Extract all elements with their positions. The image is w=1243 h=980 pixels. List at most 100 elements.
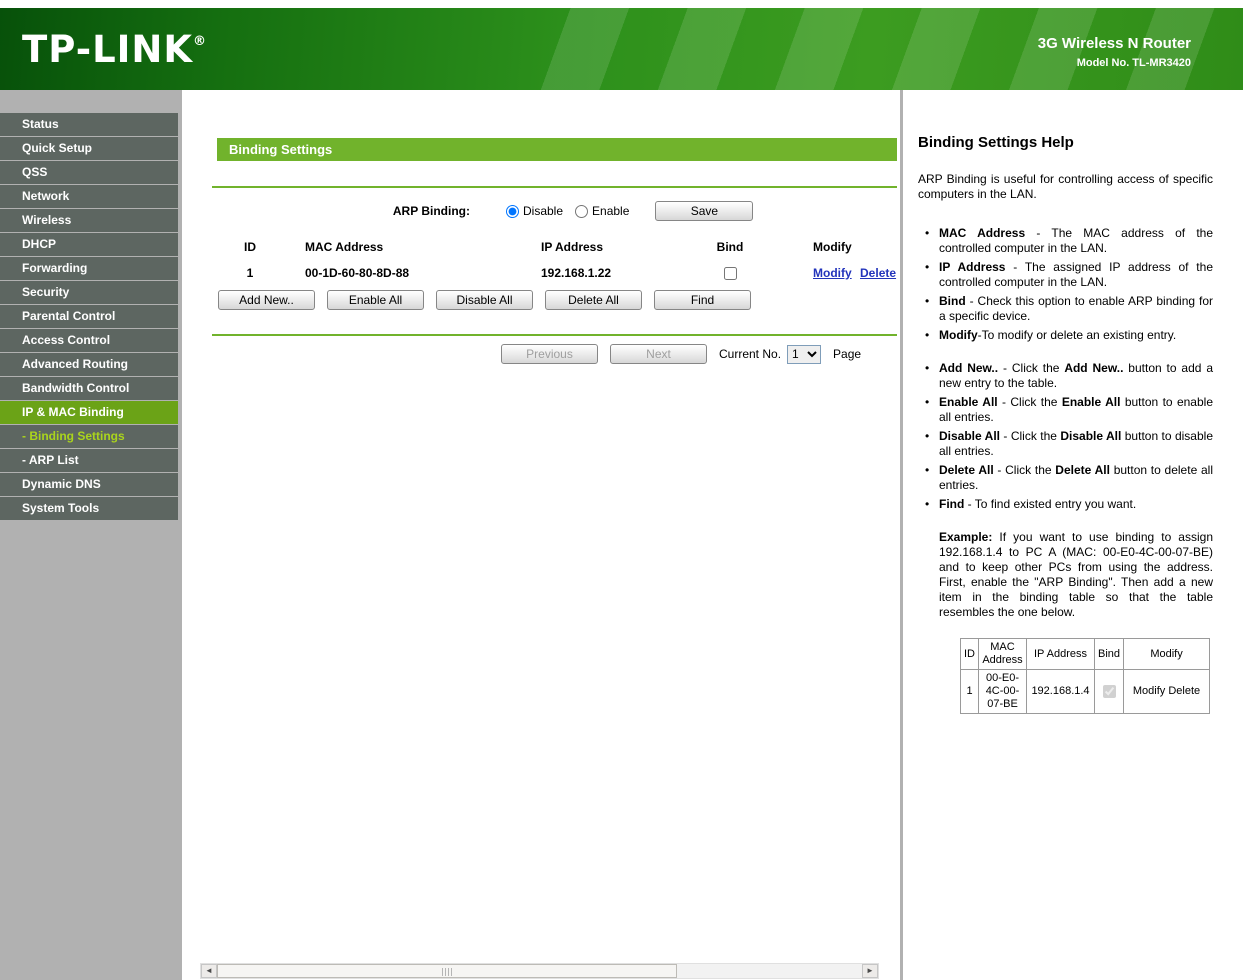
delete-link[interactable]: Delete (860, 266, 896, 280)
divider (212, 186, 897, 188)
sidebar-item-wireless[interactable]: Wireless (0, 209, 178, 232)
example-table-header-row: ID MAC Address IP Address Bind Modify (960, 638, 1211, 670)
example-table: ID MAC Address IP Address Bind Modify 1 … (960, 638, 1211, 714)
header: TP-LINK® 3G Wireless N Router Model No. … (0, 8, 1243, 90)
registered-mark: ® (193, 33, 208, 49)
help-bullet: • Enable All - Click the Enable All butto… (918, 395, 1213, 425)
help-bullet: • Find - To find existed entry you want. (918, 497, 1213, 512)
help-bullet-text: Find - To find existed entry you want. (939, 497, 1137, 511)
arp-disable-radio[interactable] (506, 204, 519, 218)
sidebar-item-system-tools[interactable]: System Tools (0, 497, 178, 520)
horizontal-scrollbar[interactable]: ◄ ► (200, 963, 879, 979)
product-name: 3G Wireless N Router (1037, 35, 1191, 52)
sidebar-item-access-control[interactable]: Access Control (0, 329, 178, 352)
arp-enable-option: Enable (575, 204, 629, 218)
current-page-select[interactable]: 1 (787, 344, 822, 364)
bullet-icon: • (925, 260, 930, 274)
action-buttons: Add New.. Enable All Disable All Delete All… (218, 290, 900, 310)
logo-text: TP-LINK (22, 28, 194, 71)
example-header-ip: IP Address (1026, 638, 1095, 670)
sidebar-item-ip-mac-binding[interactable]: IP & MAC Binding (0, 401, 178, 424)
cell-ip: 192.168.1.22 (541, 266, 612, 280)
sidebar-item-network[interactable]: Network (0, 185, 178, 208)
pagination: Previous Next Current No. 1 Page (501, 344, 900, 364)
cell-bind (688, 260, 772, 286)
bullet-icon: • (925, 497, 930, 511)
sidebar-item-arp-list[interactable]: - ARP List (0, 449, 178, 472)
page-title: Binding Settings (217, 138, 897, 161)
next-button[interactable]: Next (610, 344, 707, 364)
scroll-thumb[interactable] (217, 964, 677, 978)
bullet-icon: • (925, 395, 930, 409)
example-header-modify: Modify (1123, 638, 1211, 670)
sidebar-item-quick-setup[interactable]: Quick Setup (0, 137, 178, 160)
help-bullet: • IP Address - The assigned IP address of… (918, 260, 1213, 290)
example-bind-checkbox (1103, 684, 1117, 698)
cell-modify: Modify Delete (772, 260, 900, 286)
arp-enable-label: Enable (592, 204, 630, 218)
example-header-mac: MAC Address (978, 638, 1027, 670)
example-cell-id: 1 (960, 669, 979, 714)
example-label: Example: (939, 530, 993, 544)
help-bullet-text: Bind - Check this option to enable ARP b… (939, 294, 1213, 323)
disable-all-button[interactable]: Disable All (436, 290, 533, 310)
bullet-icon: • (925, 361, 930, 375)
tp-link-logo: TP-LINK® (22, 28, 207, 71)
bind-checkbox[interactable] (724, 266, 737, 280)
divider (212, 334, 897, 336)
help-bullet: • Add New.. - Click the Add New.. button … (918, 361, 1213, 391)
product-info: 3G Wireless N Router Model No. TL-MR3420 (1038, 35, 1191, 69)
example-header-bind: Bind (1093, 638, 1125, 670)
help-bullet-text: MAC Address - The MAC address of the con… (939, 226, 1214, 255)
save-button[interactable]: Save (655, 201, 754, 221)
arp-binding-row: ARP Binding: Disable Enable Save (182, 200, 900, 222)
help-bullet: • Modify-To modify or delete an existing … (918, 328, 1213, 343)
bullet-icon: • (925, 226, 930, 240)
sidebar-item-binding-settings[interactable]: - Binding Settings (0, 425, 178, 448)
sidebar-item-security[interactable]: Security (0, 281, 178, 304)
help-title: Binding Settings Help (918, 134, 1074, 151)
help-bullet-text: IP Address - The assigned IP address of … (939, 260, 1213, 289)
help-bullet-text: Delete All - Click the Delete All button… (939, 463, 1213, 492)
arp-enable-radio[interactable] (575, 204, 589, 218)
sidebar-item-qss[interactable]: QSS (0, 161, 178, 184)
binding-table: ID MAC Address IP Address Bind Modify 1 … (218, 234, 900, 286)
example-cell-bind (1093, 669, 1125, 714)
sidebar-item-parental-control[interactable]: Parental Control (0, 305, 178, 328)
scroll-right-button[interactable]: ► (862, 964, 878, 978)
delete-all-button[interactable]: Delete All (545, 290, 642, 310)
arp-disable-option: Disable (506, 204, 563, 218)
sidebar-item-advanced-routing[interactable]: Advanced Routing (0, 353, 178, 376)
enable-all-button[interactable]: Enable All (327, 290, 424, 310)
add-new-button[interactable]: Add New.. (218, 290, 315, 310)
help-intro: ARP Binding is useful for controlling ac… (918, 172, 1213, 201)
arp-binding-label: ARP Binding: (392, 204, 470, 218)
page-label: Page (833, 347, 862, 361)
help-example: Example: If you want to use binding to a… (939, 530, 1213, 620)
example-cell-mac: 00-E0-4C-00-07-BE (978, 669, 1027, 714)
modify-link[interactable]: Modify (813, 266, 852, 280)
help-bullet: • Bind - Check this option to enable ARP … (918, 294, 1213, 324)
header-bind: Bind (716, 240, 744, 254)
sidebar-item-bandwidth-control[interactable]: Bandwidth Control (0, 377, 178, 400)
sidebar-item-dynamic-dns[interactable]: Dynamic DNS (0, 473, 178, 496)
header-ip: IP Address (541, 240, 604, 254)
previous-button[interactable]: Previous (501, 344, 598, 364)
help-bullets: • MAC Address - The MAC address of the co… (918, 226, 1213, 512)
arp-disable-label: Disable (523, 204, 564, 218)
help-content: Binding Settings Help ARP Binding is use… (903, 90, 1243, 714)
sidebar-item-status[interactable]: Status (0, 113, 178, 136)
header-modify: Modify (813, 240, 852, 254)
sidebar-item-dhcp[interactable]: DHCP (0, 233, 178, 256)
table-header-row: ID MAC Address IP Address Bind Modify (218, 234, 900, 260)
help-panel: Binding Settings Help ARP Binding is use… (903, 90, 1243, 980)
find-button[interactable]: Find (654, 290, 751, 310)
sidebar-item-forwarding[interactable]: Forwarding (0, 257, 178, 280)
header-mac: MAC Address (305, 240, 384, 254)
bullet-icon: • (925, 429, 930, 443)
help-bullet-text: Modify-To modify or delete an existing e… (939, 328, 1177, 342)
cell-id: 1 (246, 266, 254, 280)
example-cell-ip: 192.168.1.4 (1026, 669, 1095, 714)
bullet-icon: • (925, 328, 930, 342)
scroll-left-button[interactable]: ◄ (201, 964, 217, 978)
